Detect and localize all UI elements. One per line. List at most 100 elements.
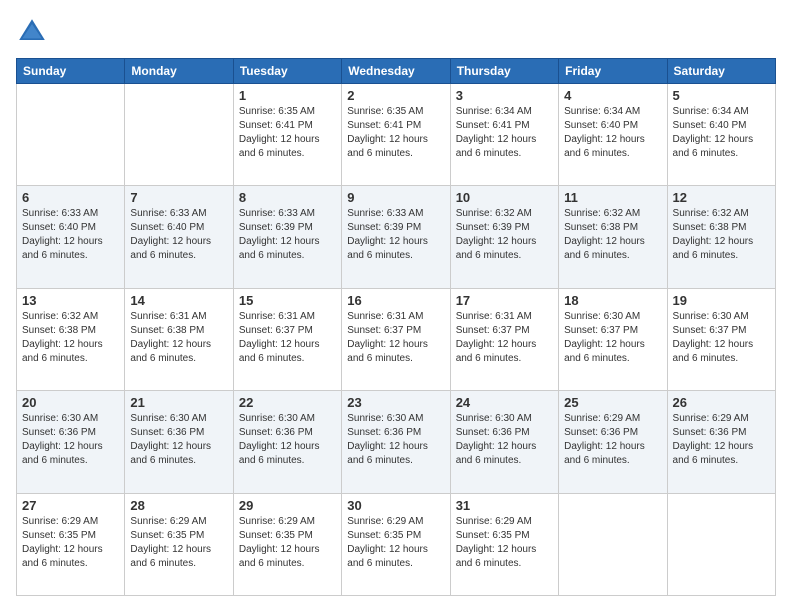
calendar-cell [17, 84, 125, 186]
calendar-cell: 5 Sunrise: 6:34 AM Sunset: 6:40 PM Daylig… [667, 84, 775, 186]
calendar-cell: 18 Sunrise: 6:30 AM Sunset: 6:37 PM Dayli… [559, 288, 667, 390]
day-number: 26 [673, 395, 770, 410]
day-number: 23 [347, 395, 444, 410]
calendar-cell: 4 Sunrise: 6:34 AM Sunset: 6:40 PM Daylig… [559, 84, 667, 186]
day-number: 7 [130, 190, 227, 205]
header [16, 16, 776, 48]
page: SundayMondayTuesdayWednesdayThursdayFrid… [0, 0, 792, 612]
day-number: 30 [347, 498, 444, 513]
day-number: 22 [239, 395, 336, 410]
calendar-cell: 24 Sunrise: 6:30 AM Sunset: 6:36 PM Dayli… [450, 391, 558, 493]
day-number: 27 [22, 498, 119, 513]
day-number: 5 [673, 88, 770, 103]
logo-icon [16, 16, 48, 48]
day-number: 20 [22, 395, 119, 410]
weekday-header: Saturday [667, 59, 775, 84]
day-info: Sunrise: 6:33 AM Sunset: 6:40 PM Dayligh… [22, 207, 119, 263]
calendar-cell: 30 Sunrise: 6:29 AM Sunset: 6:35 PM Dayli… [342, 493, 450, 595]
day-info: Sunrise: 6:29 AM Sunset: 6:35 PM Dayligh… [456, 515, 553, 571]
calendar-week-row: 6 Sunrise: 6:33 AM Sunset: 6:40 PM Daylig… [17, 186, 776, 288]
calendar-cell: 16 Sunrise: 6:31 AM Sunset: 6:37 PM Dayli… [342, 288, 450, 390]
calendar-cell: 9 Sunrise: 6:33 AM Sunset: 6:39 PM Daylig… [342, 186, 450, 288]
calendar-cell: 22 Sunrise: 6:30 AM Sunset: 6:36 PM Dayli… [233, 391, 341, 493]
day-info: Sunrise: 6:33 AM Sunset: 6:39 PM Dayligh… [239, 207, 336, 263]
day-number: 16 [347, 293, 444, 308]
calendar-cell: 23 Sunrise: 6:30 AM Sunset: 6:36 PM Dayli… [342, 391, 450, 493]
weekday-header: Monday [125, 59, 233, 84]
calendar-header-row: SundayMondayTuesdayWednesdayThursdayFrid… [17, 59, 776, 84]
day-info: Sunrise: 6:29 AM Sunset: 6:35 PM Dayligh… [130, 515, 227, 571]
calendar-cell: 8 Sunrise: 6:33 AM Sunset: 6:39 PM Daylig… [233, 186, 341, 288]
day-info: Sunrise: 6:29 AM Sunset: 6:35 PM Dayligh… [239, 515, 336, 571]
day-info: Sunrise: 6:30 AM Sunset: 6:36 PM Dayligh… [239, 412, 336, 468]
day-info: Sunrise: 6:29 AM Sunset: 6:35 PM Dayligh… [22, 515, 119, 571]
calendar-cell: 17 Sunrise: 6:31 AM Sunset: 6:37 PM Dayli… [450, 288, 558, 390]
day-number: 2 [347, 88, 444, 103]
calendar-week-row: 13Sunrise: 6:32 AM Sunset: 6:38 PM Dayli… [17, 288, 776, 390]
calendar-cell: 15 Sunrise: 6:31 AM Sunset: 6:37 PM Dayli… [233, 288, 341, 390]
calendar-cell: 21Sunrise: 6:30 AM Sunset: 6:36 PM Dayli… [125, 391, 233, 493]
day-number: 3 [456, 88, 553, 103]
calendar-cell: 14 Sunrise: 6:31 AM Sunset: 6:38 PM Dayli… [125, 288, 233, 390]
day-info: Sunrise: 6:35 AM Sunset: 6:41 PM Dayligh… [239, 105, 336, 161]
day-number: 4 [564, 88, 661, 103]
day-info: Sunrise: 6:31 AM Sunset: 6:38 PM Dayligh… [130, 310, 227, 366]
day-info: Sunrise: 6:30 AM Sunset: 6:36 PM Dayligh… [456, 412, 553, 468]
day-info: Sunrise: 6:29 AM Sunset: 6:36 PM Dayligh… [673, 412, 770, 468]
day-info: Sunrise: 6:35 AM Sunset: 6:41 PM Dayligh… [347, 105, 444, 161]
calendar-cell: 11Sunrise: 6:32 AM Sunset: 6:38 PM Dayli… [559, 186, 667, 288]
calendar-cell: 2 Sunrise: 6:35 AM Sunset: 6:41 PM Daylig… [342, 84, 450, 186]
calendar-week-row: 27 Sunrise: 6:29 AM Sunset: 6:35 PM Dayli… [17, 493, 776, 595]
weekday-header: Friday [559, 59, 667, 84]
weekday-header: Sunday [17, 59, 125, 84]
day-info: Sunrise: 6:31 AM Sunset: 6:37 PM Dayligh… [239, 310, 336, 366]
day-number: 8 [239, 190, 336, 205]
calendar-cell [559, 493, 667, 595]
day-number: 17 [456, 293, 553, 308]
calendar-cell: 12Sunrise: 6:32 AM Sunset: 6:38 PM Dayli… [667, 186, 775, 288]
weekday-header: Tuesday [233, 59, 341, 84]
day-info: Sunrise: 6:34 AM Sunset: 6:40 PM Dayligh… [564, 105, 661, 161]
day-info: Sunrise: 6:31 AM Sunset: 6:37 PM Dayligh… [347, 310, 444, 366]
calendar-cell: 7 Sunrise: 6:33 AM Sunset: 6:40 PM Daylig… [125, 186, 233, 288]
day-info: Sunrise: 6:30 AM Sunset: 6:36 PM Dayligh… [130, 412, 227, 468]
day-number: 15 [239, 293, 336, 308]
day-number: 6 [22, 190, 119, 205]
day-number: 1 [239, 88, 336, 103]
calendar-cell [125, 84, 233, 186]
day-info: Sunrise: 6:32 AM Sunset: 6:38 PM Dayligh… [22, 310, 119, 366]
calendar-cell: 31 Sunrise: 6:29 AM Sunset: 6:35 PM Dayli… [450, 493, 558, 595]
day-number: 19 [673, 293, 770, 308]
day-info: Sunrise: 6:33 AM Sunset: 6:39 PM Dayligh… [347, 207, 444, 263]
calendar-cell: 19 Sunrise: 6:30 AM Sunset: 6:37 PM Dayli… [667, 288, 775, 390]
calendar-cell: 1 Sunrise: 6:35 AM Sunset: 6:41 PM Daylig… [233, 84, 341, 186]
day-number: 24 [456, 395, 553, 410]
day-number: 31 [456, 498, 553, 513]
calendar-cell: 6 Sunrise: 6:33 AM Sunset: 6:40 PM Daylig… [17, 186, 125, 288]
day-info: Sunrise: 6:34 AM Sunset: 6:41 PM Dayligh… [456, 105, 553, 161]
day-number: 28 [130, 498, 227, 513]
day-info: Sunrise: 6:34 AM Sunset: 6:40 PM Dayligh… [673, 105, 770, 161]
calendar-cell: 28 Sunrise: 6:29 AM Sunset: 6:35 PM Dayli… [125, 493, 233, 595]
calendar-cell: 29 Sunrise: 6:29 AM Sunset: 6:35 PM Dayli… [233, 493, 341, 595]
day-info: Sunrise: 6:30 AM Sunset: 6:36 PM Dayligh… [22, 412, 119, 468]
day-number: 25 [564, 395, 661, 410]
day-info: Sunrise: 6:33 AM Sunset: 6:40 PM Dayligh… [130, 207, 227, 263]
calendar-cell: 13Sunrise: 6:32 AM Sunset: 6:38 PM Dayli… [17, 288, 125, 390]
calendar-cell: 3 Sunrise: 6:34 AM Sunset: 6:41 PM Daylig… [450, 84, 558, 186]
day-info: Sunrise: 6:30 AM Sunset: 6:37 PM Dayligh… [564, 310, 661, 366]
calendar-table: SundayMondayTuesdayWednesdayThursdayFrid… [16, 58, 776, 596]
day-info: Sunrise: 6:30 AM Sunset: 6:36 PM Dayligh… [347, 412, 444, 468]
logo [16, 16, 52, 48]
weekday-header: Wednesday [342, 59, 450, 84]
calendar-cell: 10Sunrise: 6:32 AM Sunset: 6:39 PM Dayli… [450, 186, 558, 288]
day-number: 9 [347, 190, 444, 205]
day-number: 12 [673, 190, 770, 205]
day-info: Sunrise: 6:30 AM Sunset: 6:37 PM Dayligh… [673, 310, 770, 366]
day-number: 14 [130, 293, 227, 308]
day-number: 18 [564, 293, 661, 308]
day-info: Sunrise: 6:31 AM Sunset: 6:37 PM Dayligh… [456, 310, 553, 366]
calendar-week-row: 20 Sunrise: 6:30 AM Sunset: 6:36 PM Dayli… [17, 391, 776, 493]
day-info: Sunrise: 6:29 AM Sunset: 6:35 PM Dayligh… [347, 515, 444, 571]
day-number: 29 [239, 498, 336, 513]
